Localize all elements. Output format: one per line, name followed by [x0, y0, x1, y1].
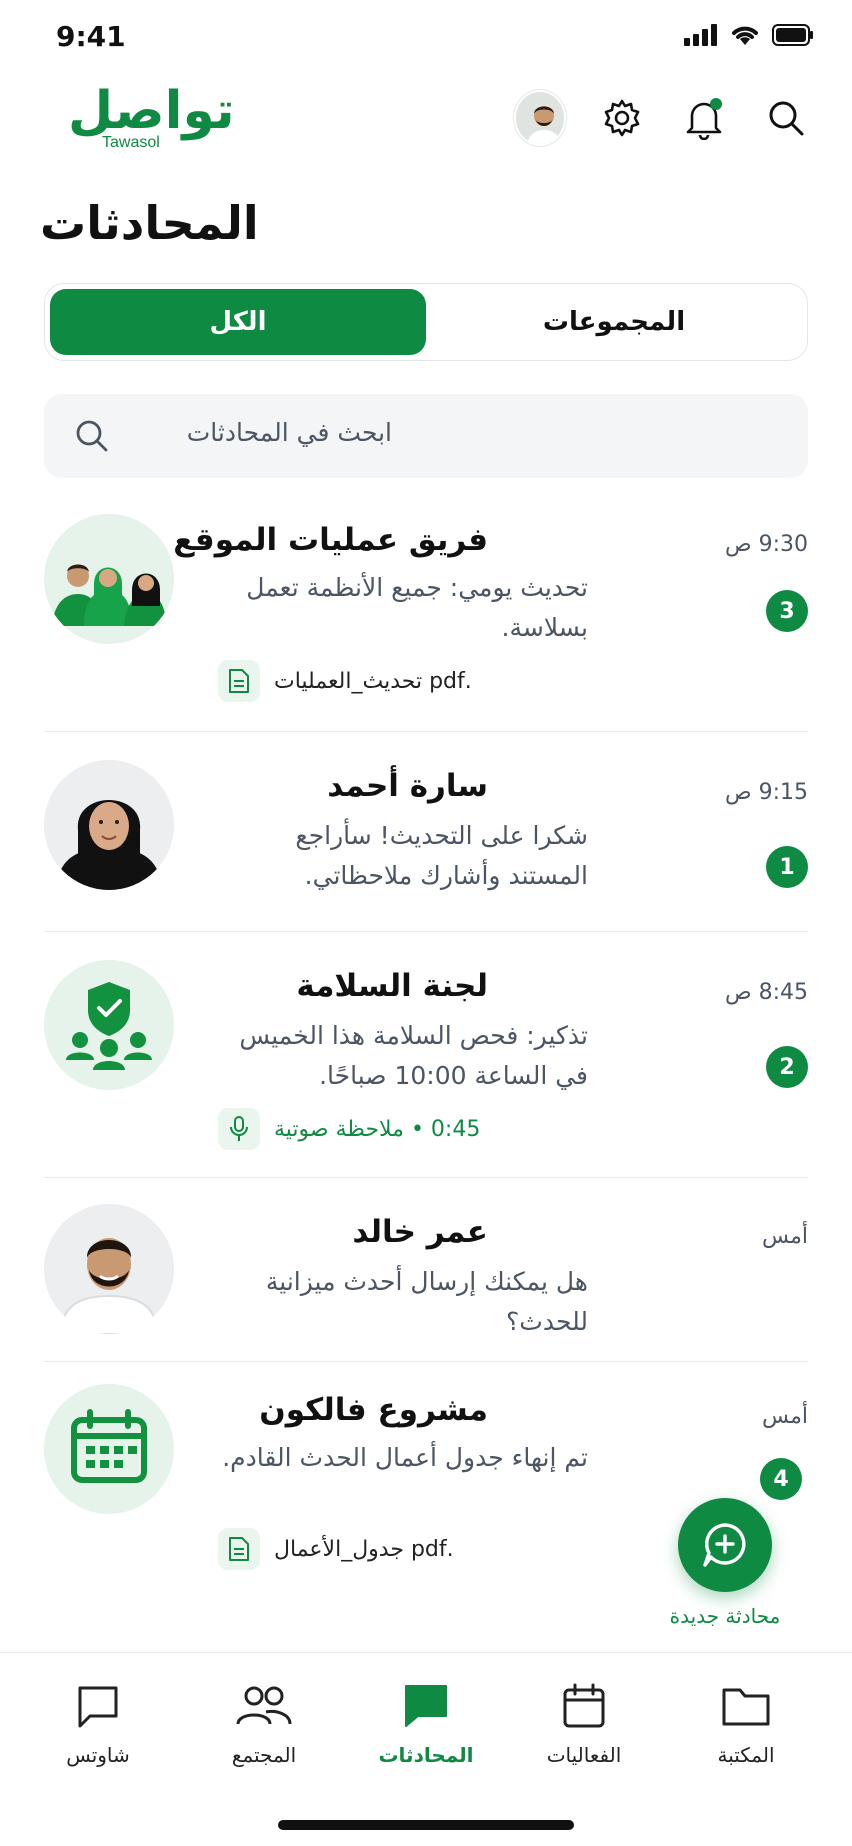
- bottom-navigation: شاوتس المجتمع المحادثات الفعاليات المكتب…: [0, 1652, 852, 1846]
- tab-groups[interactable]: المجموعات: [426, 289, 802, 355]
- chat-message-preview: شكرا على التحديث! سأراجع المستند وأشارك …: [295, 821, 588, 890]
- logo-arabic: تواصل: [68, 81, 235, 141]
- chat-message-preview: تذكير: فحص السلامة هذا الخميس في الساعة …: [239, 1021, 588, 1090]
- chat-message-preview: هل يمكنك إرسال أحدث ميزانية للحدث؟: [265, 1267, 588, 1336]
- battery-icon: [772, 24, 813, 46]
- notifications-button[interactable]: [678, 92, 730, 144]
- status-icons: [684, 24, 814, 46]
- profile-avatar-button[interactable]: [514, 90, 566, 146]
- list-item[interactable]: عمر خالد هل يمكنك إرسال أحدث ميزانية للح…: [44, 1178, 808, 1362]
- avatar: [44, 1204, 174, 1334]
- search-icon: [769, 101, 804, 136]
- tab-all[interactable]: الكل: [50, 289, 426, 355]
- bell-icon: [686, 98, 722, 140]
- chat-time: 9:30 ص: [725, 532, 808, 557]
- page-title: المحادثات: [40, 196, 259, 250]
- shield-group-icon: [44, 960, 174, 1090]
- status-bar: 9:41: [0, 0, 852, 70]
- chat-title: سارة أحمد: [327, 768, 488, 804]
- nav-label: الفعاليات: [546, 1743, 622, 1767]
- app-logo[interactable]: تواصل Tawasol: [68, 80, 238, 160]
- chat-time: 9:15 ص: [725, 780, 808, 805]
- avatar: [44, 514, 174, 644]
- document-icon: [218, 660, 260, 702]
- calendar-icon: [563, 1683, 605, 1728]
- nav-item-events[interactable]: الفعاليات: [514, 1679, 654, 1767]
- chat-title: عمر خالد: [352, 1214, 488, 1250]
- people-icon: [236, 1686, 292, 1725]
- gear-icon: [604, 99, 640, 137]
- list-item[interactable]: سارة أحمد شكرا على التحديث! سأراجع المست…: [44, 732, 808, 932]
- nav-item-library[interactable]: المكتبة: [676, 1679, 816, 1767]
- search-placeholder: ابحث في المحادثات: [186, 418, 392, 447]
- attachment-chip[interactable]: .pdf جدول_الأعمال: [218, 1528, 454, 1570]
- microphone-icon: [218, 1108, 260, 1150]
- voice-note-chip[interactable]: 0:45 • ملاحظة صوتية: [218, 1108, 480, 1150]
- attachment-chip[interactable]: .pdf تحديث_العمليات: [218, 660, 472, 702]
- avatar: [44, 760, 174, 890]
- nav-label: المجتمع: [231, 1743, 297, 1767]
- header-actions: [514, 90, 812, 146]
- new-chat-button[interactable]: [678, 1498, 772, 1592]
- list-item[interactable]: لجنة السلامة تذكير: فحص السلامة هذا الخم…: [44, 932, 808, 1178]
- avatar: [514, 90, 566, 146]
- unread-badge: 2: [766, 1046, 808, 1088]
- list-item[interactable]: فريق عمليات الموقع تحديث يومي: جميع الأن…: [44, 498, 808, 732]
- chat-bubble-outline-icon: [78, 1686, 118, 1728]
- voice-note-label: 0:45 • ملاحظة صوتية: [274, 1116, 481, 1142]
- settings-button[interactable]: [596, 92, 648, 144]
- unread-badge: 1: [766, 846, 808, 888]
- chat-title: مشروع فالكون: [259, 1392, 488, 1428]
- nav-label: المحادثات: [378, 1743, 474, 1767]
- document-icon: [218, 1528, 260, 1570]
- nav-item-chats[interactable]: المحادثات: [356, 1679, 496, 1767]
- chat-time: أمس: [762, 1404, 808, 1429]
- chat-message-preview: تحديث يومي: جميع الأنظمة تعمل بسلاسة.: [246, 573, 588, 642]
- search-input[interactable]: ابحث في المحادثات: [44, 394, 808, 478]
- chat-title: لجنة السلامة: [296, 968, 488, 1004]
- attachment-name: .pdf تحديث_العمليات: [274, 668, 472, 694]
- chat-title: فريق عمليات الموقع: [173, 522, 488, 558]
- app-header: تواصل Tawasol: [0, 80, 852, 170]
- nav-label: المكتبة: [717, 1743, 775, 1767]
- home-indicator: [278, 1820, 574, 1830]
- chat-plus-icon: [703, 1523, 746, 1567]
- logo-english: Tawasol: [102, 134, 160, 151]
- status-time: 9:41: [56, 20, 126, 53]
- chat-list: فريق عمليات الموقع تحديث يومي: جميع الأن…: [44, 498, 808, 1612]
- folder-icon: [722, 1688, 770, 1726]
- nav-item-shouts[interactable]: شاوتس: [28, 1679, 168, 1767]
- chat-message-preview: تم إنهاء جدول أعمال الحدث القادم.: [222, 1443, 588, 1472]
- nav-item-community[interactable]: المجتمع: [194, 1679, 334, 1767]
- chat-filter-tabs: الكل المجموعات: [44, 283, 808, 361]
- chat-time: أمس: [762, 1224, 808, 1249]
- new-chat-label: محادثة جديدة: [669, 1604, 781, 1628]
- attachment-name: .pdf جدول_الأعمال: [274, 1536, 454, 1562]
- unread-badge: 3: [766, 590, 808, 632]
- signal-icon: [684, 24, 717, 46]
- calendar-icon: [44, 1384, 174, 1514]
- wifi-icon: [732, 26, 758, 45]
- chat-bubble-filled-icon: [405, 1685, 447, 1727]
- header-search-button[interactable]: [760, 92, 812, 144]
- chat-time: 8:45 ص: [725, 980, 808, 1005]
- nav-label: شاوتس: [66, 1743, 130, 1767]
- unread-badge: 4: [760, 1458, 802, 1500]
- search-icon: [76, 420, 108, 452]
